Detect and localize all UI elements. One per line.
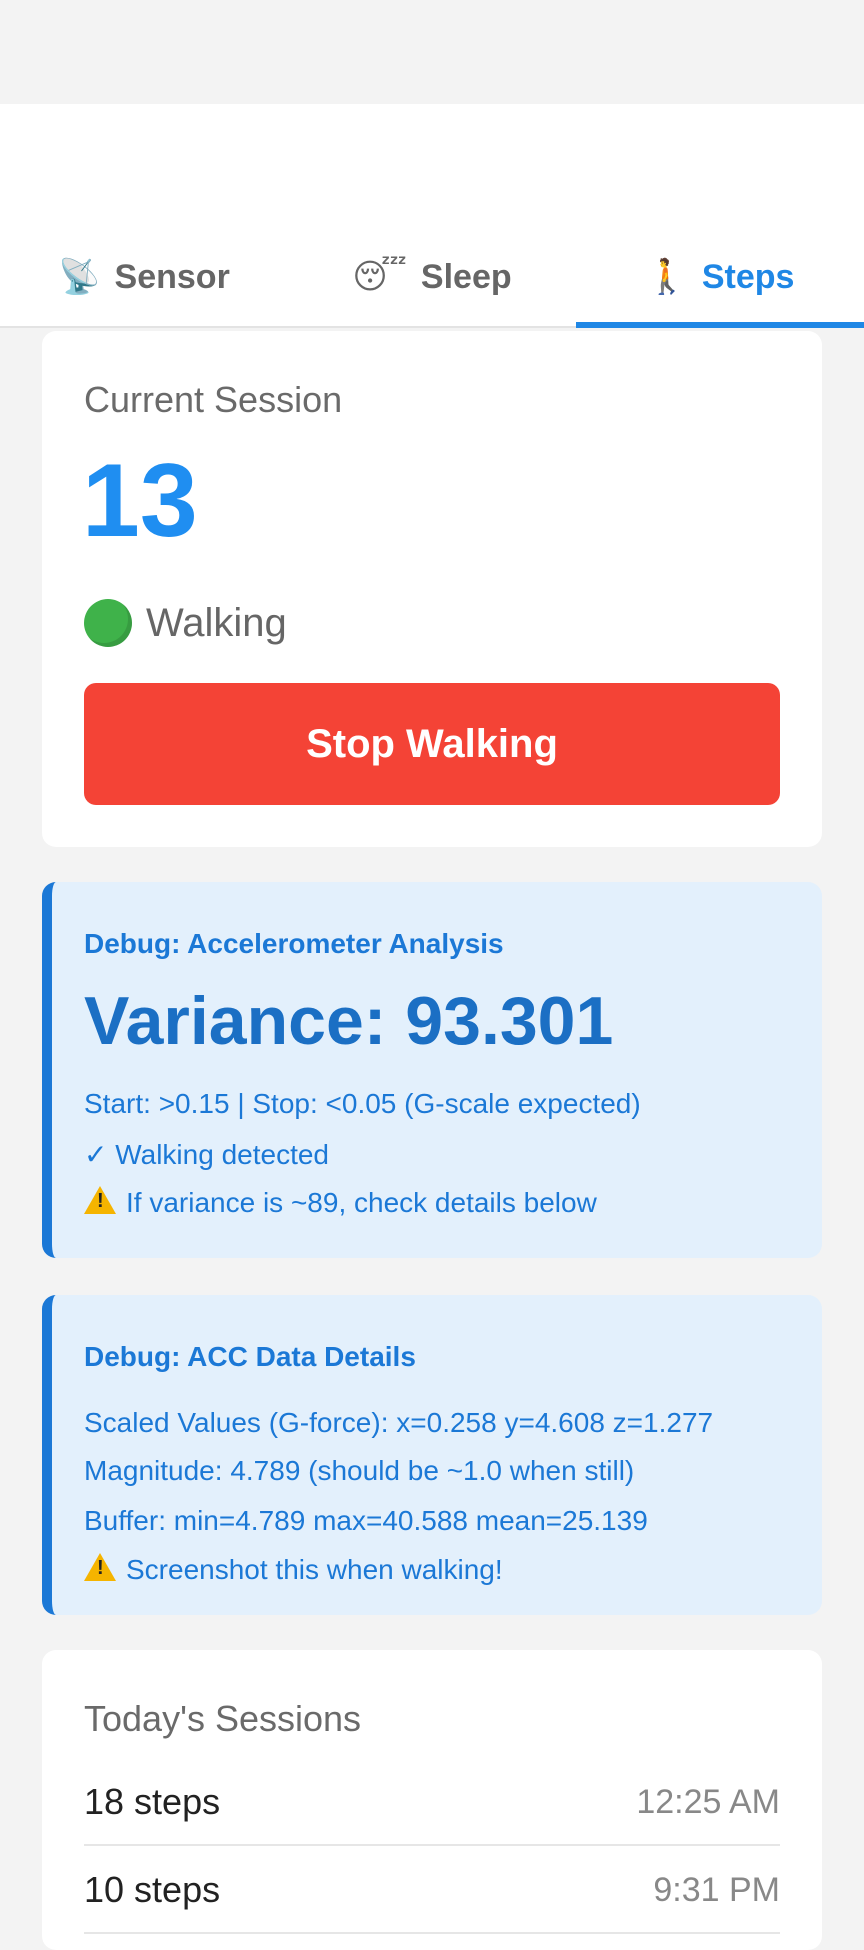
tab-steps[interactable]: 🚶 Steps	[576, 228, 864, 328]
session-time: 12:25 AM	[636, 1782, 780, 1821]
step-count: 13	[82, 443, 198, 559]
magnitude-value: Magnitude: 4.789 (should be ~1.0 when st…	[84, 1455, 635, 1486]
tab-sleep[interactable]: 😴 Sleep	[288, 228, 576, 326]
walking-detected-text: ✓ Walking detected	[84, 1139, 329, 1170]
session-steps: 18 steps	[84, 1781, 221, 1822]
todays-sessions-card: Today's Sessions 18 steps 12:25 AM 10 st…	[42, 1650, 822, 1950]
session-title: Current Session	[84, 379, 343, 420]
buffer-stats: Buffer: min=4.789 max=40.588 mean=25.139	[84, 1505, 648, 1536]
scaled-values: Scaled Values (G-force): x=0.258 y=4.608…	[84, 1407, 714, 1438]
sleeping-face-icon: 😴	[352, 257, 407, 297]
debug-details-title: Debug: ACC Data Details	[84, 1341, 416, 1372]
debug-analysis-title: Debug: Accelerometer Analysis	[84, 928, 504, 959]
walking-status: Walking	[84, 599, 287, 647]
app-header	[0, 104, 864, 228]
stop-walking-button[interactable]: Stop Walking	[84, 683, 780, 805]
sessions-title: Today's Sessions	[84, 1698, 362, 1739]
variance-warning-text: If variance is ~89, check details below	[126, 1187, 597, 1218]
walking-person-icon: 🚶	[645, 257, 688, 297]
threshold-info: Start: >0.15 | Stop: <0.05 (G-scale expe…	[84, 1088, 641, 1119]
warning-icon	[84, 1186, 116, 1214]
tab-bar: 📡 Sensor 😴 Sleep 🚶 Steps	[0, 228, 864, 328]
list-item[interactable]: 18 steps 12:25 AM	[84, 1760, 780, 1846]
screenshot-warning: Screenshot this when walking!	[84, 1553, 503, 1586]
accelerometer-analysis-panel: Debug: Accelerometer Analysis Variance: …	[42, 882, 822, 1258]
session-time: 9:31 PM	[653, 1870, 780, 1909]
satellite-icon: 📡	[58, 257, 101, 297]
status-label: Walking	[146, 600, 287, 645]
variance-value: Variance: 93.301	[84, 983, 614, 1059]
acc-data-details-panel: Debug: ACC Data Details Scaled Values (G…	[42, 1295, 822, 1615]
tab-label: Steps	[701, 257, 795, 296]
variance-warning: If variance is ~89, check details below	[84, 1186, 597, 1219]
tab-sensor[interactable]: 📡 Sensor	[0, 228, 288, 326]
warning-icon	[84, 1553, 116, 1581]
list-item[interactable]: 10 steps 9:31 PM	[84, 1848, 780, 1934]
tab-label: Sensor	[114, 257, 230, 296]
status-bar-area	[0, 0, 864, 104]
screenshot-warning-text: Screenshot this when walking!	[126, 1554, 503, 1585]
current-session-card: Current Session 13 Walking Stop Walking	[42, 331, 822, 847]
session-steps: 10 steps	[84, 1869, 221, 1910]
green-circle-icon	[84, 599, 132, 647]
tab-label: Sleep	[420, 257, 512, 296]
